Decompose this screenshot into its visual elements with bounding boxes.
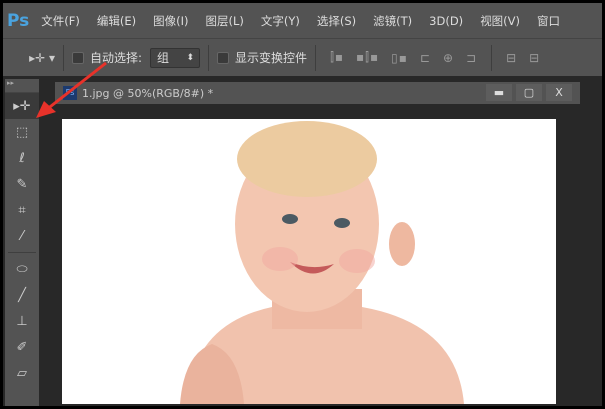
menu-3d[interactable]: 3D(D) [429,14,463,28]
auto-select-label: 自动选择: [90,51,143,65]
align-bottom-icon[interactable]: ▯▪ [391,51,408,65]
crop-tool-icon[interactable]: ⌗ [5,197,39,223]
align-left-icon[interactable]: ⊏ [420,51,431,65]
show-transform-checkbox[interactable] [217,51,230,64]
eraser-tool-icon[interactable]: ▱ [5,360,39,386]
menu-edit[interactable]: 编辑(E) [97,13,136,29]
divider [208,44,210,71]
minimize-button[interactable]: ▬ [486,84,512,101]
eyedropper-tool-icon[interactable]: ⁄ [5,223,39,249]
align-top-icon[interactable]: ⫿▪ [330,50,344,65]
document-window: Ps 1.jpg @ 50%(RGB/8#) * ▬ ▢ X [55,82,580,406]
menu-filter[interactable]: 滤镜(T) [373,13,412,29]
align-vcenter-icon[interactable]: ▪⫿▪ [356,50,379,65]
align-hcenter-icon[interactable]: ⊕ [443,51,454,65]
menu-type[interactable]: 文字(Y) [261,13,300,29]
auto-select-dropdown[interactable]: 组 ⬍ [150,47,201,68]
document-title: 1.jpg @ 50%(RGB/8#) * [82,86,214,100]
maximize-button[interactable]: ▢ [516,84,542,101]
menu-view[interactable]: 视图(V) [480,13,520,29]
menu-select[interactable]: 选择(S) [317,13,356,29]
show-transform-label: 显示变换控件 [235,51,308,65]
menu-window[interactable]: 窗口 [537,13,560,29]
image-canvas[interactable] [62,119,556,404]
marquee-tool-icon[interactable]: ⬚ [5,119,39,145]
document-tab[interactable]: Ps 1.jpg @ 50%(RGB/8#) * ▬ ▢ X [55,82,580,104]
quick-select-tool-icon[interactable]: ✎ [5,171,39,197]
brush-tool-icon[interactable]: ╱ [5,282,39,308]
move-tool-preset-picker[interactable]: ▸✛ ▾ [11,51,55,65]
canvas-area [55,104,580,406]
divider [63,44,64,71]
updown-icon: ⬍ [186,52,195,63]
auto-select-value: 组 [157,50,170,65]
options-bar: ▸✛ ▾ 自动选择: 组 ⬍ 显示变换控件 ⫿▪ ▪⫿▪ ▯▪ ⊏ ⊕ ⊐ ⊟ ⊟ [3,38,602,76]
baby-photo [180,121,464,404]
distribute-top-icon[interactable]: ⊟ [506,51,517,65]
ps-logo: Ps [7,10,30,31]
divider [8,252,36,253]
panel-collapse-icon[interactable]: ▸▸ [5,79,39,93]
menu-layer[interactable]: 图层(L) [206,13,244,29]
move-tool-icon[interactable]: ▸✛ [5,93,39,119]
close-button[interactable]: X [546,84,572,101]
history-brush-tool-icon[interactable]: ✐ [5,334,39,360]
ps-file-icon: Ps [63,86,77,100]
distribute-center-icon[interactable]: ⊟ [529,51,540,65]
healing-brush-tool-icon[interactable]: ⬭ [5,256,39,282]
divider [315,44,317,71]
clone-stamp-tool-icon[interactable]: ⊥ [5,308,39,334]
divider [491,44,493,71]
lasso-tool-icon[interactable]: ℓ [5,145,39,171]
photoshop-window: Ps 文件(F) 编辑(E) 图像(I) 图层(L) 文字(Y) 选择(S) 滤… [3,3,602,406]
menu-file[interactable]: 文件(F) [41,13,80,29]
auto-select-checkbox[interactable] [72,51,84,64]
menu-image[interactable]: 图像(I) [153,13,188,29]
align-right-icon[interactable]: ⊐ [466,51,477,65]
tools-panel: ▸▸ ▸✛ ⬚ ℓ ✎ ⌗ ⁄ ⬭ ╱ ⊥ ✐ ▱ [5,79,39,406]
menu-bar: Ps 文件(F) 编辑(E) 图像(I) 图层(L) 文字(Y) 选择(S) 滤… [3,3,602,38]
